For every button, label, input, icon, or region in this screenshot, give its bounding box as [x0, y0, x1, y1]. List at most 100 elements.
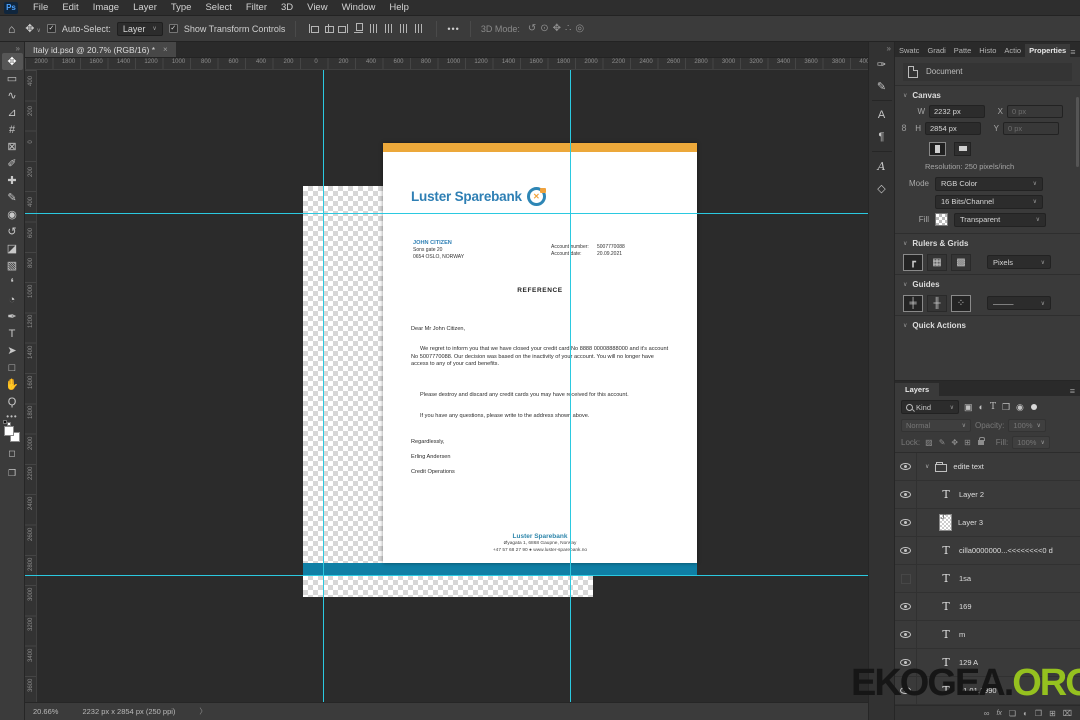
- lasso-tool[interactable]: ∿: [2, 87, 23, 104]
- layer-row[interactable]: T Layer 2: [895, 481, 1080, 509]
- layer-row[interactable]: Tcilla0000000...<<<<<<<<0 d: [895, 537, 1080, 565]
- materials-panel-icon[interactable]: ◇: [871, 177, 893, 199]
- document-tab[interactable]: Italy id.psd @ 20.7% (RGB/16) * ×: [25, 42, 176, 57]
- menu-layer[interactable]: Layer: [126, 0, 164, 15]
- menu-3d[interactable]: 3D: [274, 0, 300, 15]
- clone-stamp-tool[interactable]: ◉: [2, 206, 23, 223]
- layer-name[interactable]: cilla0000000...<<<<<<<<0 d: [959, 546, 1053, 555]
- panel-tab-gradi[interactable]: Gradi: [923, 44, 949, 57]
- menu-help[interactable]: Help: [382, 0, 416, 15]
- align-right-edges-icon[interactable]: [338, 23, 349, 34]
- layer-name[interactable]: Layer 3: [958, 518, 983, 527]
- guide-style-dropdown[interactable]: ——— ∨: [987, 296, 1051, 311]
- visibility-cell[interactable]: [895, 509, 917, 536]
- show-guides-icon[interactable]: ╪: [903, 294, 923, 312]
- pixel-grid-toggle-icon[interactable]: ▩: [951, 253, 971, 271]
- menu-window[interactable]: Window: [335, 0, 383, 15]
- filter-kind-dropdown[interactable]: Kind ∨: [901, 400, 959, 414]
- distribute-left-icon[interactable]: [368, 23, 379, 34]
- eye-icon[interactable]: [900, 631, 911, 638]
- brush-settings-icon[interactable]: ✑: [871, 53, 893, 75]
- expand-panels-icon[interactable]: »: [887, 44, 894, 53]
- fill-dropdown[interactable]: Transparent ∨: [954, 212, 1046, 227]
- width-field[interactable]: 2232 px: [929, 104, 985, 118]
- type-tool[interactable]: T: [2, 325, 23, 342]
- path-selection-tool[interactable]: ➤: [2, 342, 23, 359]
- 3d-slide-icon[interactable]: ∴: [565, 23, 571, 34]
- eye-off-icon[interactable]: [900, 573, 911, 584]
- align-bottom-edges-icon[interactable]: [353, 23, 364, 34]
- panel-tab-actio[interactable]: Actio: [1000, 44, 1025, 57]
- height-field[interactable]: 2854 px: [925, 121, 981, 135]
- zoom-tool[interactable]: Ϙ: [2, 393, 23, 410]
- rulers-grids-section-header[interactable]: ∨ Rulers & Grids: [895, 232, 1080, 251]
- character-panel-icon[interactable]: A: [871, 104, 893, 126]
- menu-image[interactable]: Image: [86, 0, 126, 15]
- scrollbar[interactable]: [1076, 96, 1079, 167]
- layer-row[interactable]: Tm: [895, 621, 1080, 649]
- canvas-section-header[interactable]: ∨ Canvas: [895, 84, 1080, 103]
- new-layer-icon[interactable]: ⊞: [1049, 709, 1056, 718]
- panel-tab-swatc[interactable]: Swatc: [895, 44, 923, 57]
- align-left-edges-icon[interactable]: [308, 23, 320, 34]
- screen-mode-icon[interactable]: ❐: [2, 465, 23, 482]
- lock-guides-icon[interactable]: ╫: [927, 294, 947, 312]
- layer-row[interactable]: ∨ edite text: [895, 453, 1080, 481]
- eraser-tool[interactable]: ◪: [2, 240, 23, 257]
- glyphs-panel-icon[interactable]: A: [871, 155, 893, 177]
- object-selection-tool[interactable]: ⊿: [2, 104, 23, 121]
- quick-mask-icon[interactable]: ◻: [2, 445, 23, 462]
- rectangular-marquee-tool[interactable]: ▭: [2, 70, 23, 87]
- filter-toggle-icon[interactable]: [1030, 404, 1037, 410]
- visibility-cell[interactable]: [895, 593, 917, 620]
- fill-swatch[interactable]: [935, 213, 948, 227]
- layer-name[interactable]: 169: [959, 602, 972, 611]
- eyedropper-tool[interactable]: ✐: [2, 155, 23, 172]
- move-tool-options-icon[interactable]: ✥ ∨: [25, 22, 41, 35]
- eye-icon[interactable]: [900, 491, 911, 498]
- lock-artboard-icon[interactable]: ⊞: [964, 438, 971, 447]
- portrait-orientation-button[interactable]: [929, 141, 946, 156]
- rulers-toggle-icon[interactable]: ┏: [903, 253, 923, 271]
- panel-menu-icon[interactable]: ≡: [1070, 47, 1080, 57]
- layer-name[interactable]: Layer 2: [959, 490, 984, 499]
- horizontal-ruler[interactable]: 2000 1800 1600 1400 1200 1000 800 600 400 200 0 200…: [25, 58, 868, 70]
- align-horizontal-centers-icon[interactable]: [323, 23, 335, 34]
- layer-row[interactable]: Layer 3: [895, 509, 1080, 537]
- eye-icon[interactable]: [900, 547, 911, 554]
- home-icon[interactable]: ⌂: [8, 22, 15, 36]
- delete-layer-icon[interactable]: ⌧: [1063, 709, 1072, 718]
- filter-smart-objects-icon[interactable]: ◉: [1016, 402, 1024, 413]
- filter-pixel-layers-icon[interactable]: ▣: [964, 402, 973, 413]
- foreground-color-swatch[interactable]: [4, 426, 14, 436]
- layer-row[interactable]: T 1sa: [895, 565, 1080, 593]
- frame-tool[interactable]: ⊠: [2, 138, 23, 155]
- zoom-level[interactable]: 20.66%: [33, 707, 58, 716]
- visibility-cell[interactable]: [895, 537, 917, 564]
- hand-tool[interactable]: ✋: [2, 376, 23, 393]
- vertical-ruler[interactable]: 400 200 0 200 400 600 800 1000 1200 1400 1600 1800 2…: [25, 70, 37, 702]
- visibility-cell[interactable]: [895, 453, 917, 480]
- 3d-rotate-icon[interactable]: ↺: [528, 23, 536, 34]
- crop-tool[interactable]: #: [2, 121, 23, 138]
- paragraph-panel-icon[interactable]: ¶: [871, 126, 893, 148]
- guide-horizontal[interactable]: [25, 213, 868, 214]
- layer-mask-icon[interactable]: ❏: [1009, 709, 1016, 718]
- filter-type-layers-icon[interactable]: T: [990, 402, 996, 412]
- brush-tool[interactable]: ✎: [2, 189, 23, 206]
- distribute-center-icon[interactable]: [383, 23, 394, 34]
- quick-actions-section-header[interactable]: ∨ Quick Actions: [895, 314, 1080, 333]
- pen-tool[interactable]: ✒: [2, 308, 23, 325]
- guide-vertical[interactable]: [570, 70, 571, 702]
- layer-row[interactable]: T 169: [895, 593, 1080, 621]
- menu-view[interactable]: View: [300, 0, 334, 15]
- filter-adjustment-layers-icon[interactable]: ◐: [979, 402, 984, 412]
- 3d-roll-icon[interactable]: ⊙: [540, 23, 548, 34]
- link-layers-icon[interactable]: ∞: [984, 709, 990, 718]
- color-swatches[interactable]: [3, 420, 20, 442]
- collapse-toolbar-icon[interactable]: »: [16, 42, 24, 53]
- shape-tool[interactable]: □: [2, 359, 23, 376]
- 3d-scale-icon[interactable]: ◎: [575, 23, 584, 34]
- guides-section-header[interactable]: ∨ Guides: [895, 273, 1080, 292]
- panel-menu-icon[interactable]: ≡: [1070, 386, 1080, 396]
